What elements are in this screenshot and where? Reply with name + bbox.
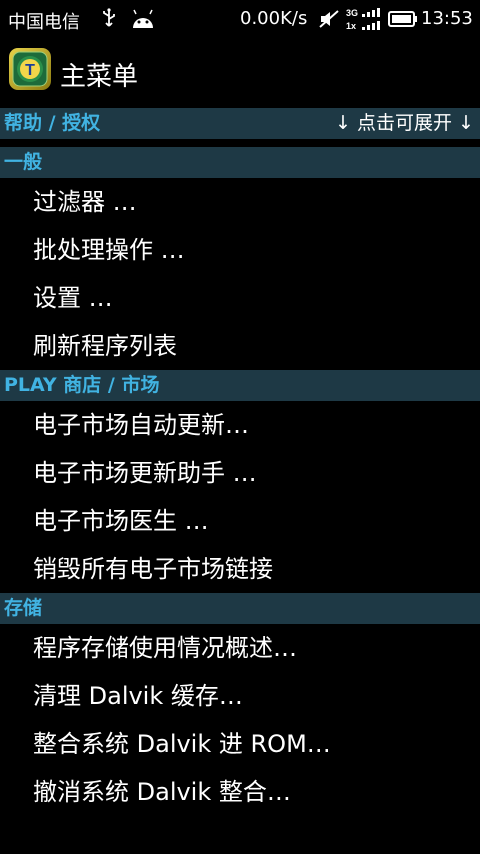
menu-item-market-update-helper[interactable]: 电子市场更新助手 … [0, 449, 480, 497]
carrier-label: 中国电信 [8, 12, 80, 33]
menu-item-market-doctor[interactable]: 电子市场医生 … [0, 497, 480, 545]
net-speed: 0.00K/s [240, 8, 308, 29]
section-storage: 存储 [0, 593, 480, 624]
section-play-store: PLAY 商店 / 市场 [0, 370, 480, 401]
page-title: 主菜单 [60, 62, 139, 92]
menu-item-settings[interactable]: 设置 … [0, 274, 480, 322]
section-label: 一般 [4, 151, 43, 173]
usb-icon [103, 8, 115, 27]
svg-text:1x: 1x [346, 21, 356, 31]
signal-3g-1x-icon: 3G 1x [346, 8, 380, 31]
status-bar: 中国电信 0.00K/s 3G 1x 13:53 [0, 0, 480, 38]
menu-item-destroy-market-links[interactable]: 销毁所有电子市场链接 [0, 545, 480, 593]
svg-text:3G: 3G [346, 8, 358, 18]
mute-icon [319, 10, 339, 28]
menu-item-clean-dalvik-cache[interactable]: 清理 Dalvik 缓存… [0, 672, 480, 720]
section-label: 帮助 / 授权 [4, 112, 101, 134]
menu-item-refresh-app-list[interactable]: 刷新程序列表 [0, 322, 480, 370]
menu-item-batch-actions[interactable]: 批处理操作 … [0, 226, 480, 274]
section-label: 存储 [4, 597, 43, 619]
section-general: 一般 [0, 147, 480, 178]
section-label: PLAY 商店 / 市场 [4, 374, 160, 396]
expand-hint: ↓ 点击可展开 ↓ [335, 112, 474, 134]
menu-item-storage-overview[interactable]: 程序存储使用情况概述… [0, 624, 480, 672]
battery-icon [388, 11, 417, 27]
menu-item-market-auto-update[interactable]: 电子市场自动更新… [0, 401, 480, 449]
titanium-backup-icon: T [9, 48, 51, 90]
menu-item-undo-dalvik-integration[interactable]: 撤消系统 Dalvik 整合… [0, 768, 480, 816]
menu-item-integrate-dalvik-rom[interactable]: 整合系统 Dalvik 进 ROM… [0, 720, 480, 768]
menu-item-filters[interactable]: 过滤器 … [0, 178, 480, 226]
menu-list: 帮助 / 授权 ↓ 点击可展开 ↓ 一般 过滤器 … 批处理操作 … 设置 … … [0, 108, 480, 816]
title-divider [0, 100, 480, 108]
android-icon [133, 9, 153, 28]
svg-text:T: T [25, 62, 35, 79]
clock: 13:53 [421, 8, 473, 29]
section-help-license[interactable]: 帮助 / 授权 ↓ 点击可展开 ↓ [0, 108, 480, 139]
title-bar: T 主菜单 [0, 38, 480, 108]
